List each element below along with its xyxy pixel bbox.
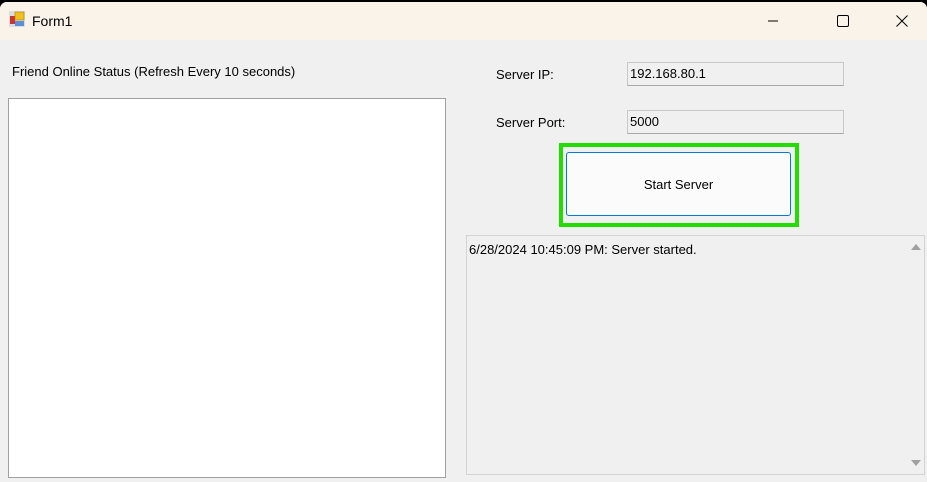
main-window: Form1 Friend Online Status (Refresh Ever… [0,2,927,482]
close-icon [896,15,908,27]
server-ip-label: Server IP: [496,67,554,82]
maximize-icon [837,15,849,27]
window-title: Form1 [32,13,73,29]
minimize-icon [768,20,778,22]
log-line: 6/28/2024 10:45:09 PM: Server started. [469,242,697,257]
server-log-textbox[interactable]: 6/28/2024 10:45:09 PM: Server started. [466,235,925,475]
close-button[interactable] [879,2,925,40]
log-scrollbar[interactable] [907,236,924,474]
friend-status-label: Friend Online Status (Refresh Every 10 s… [12,64,296,79]
server-port-field[interactable]: 5000 [627,110,844,134]
winforms-app-icon [9,11,25,27]
server-port-label: Server Port: [496,115,566,130]
title-bar[interactable]: Form1 [0,2,927,40]
server-ip-field[interactable]: 192.168.80.1 [627,62,844,86]
minimize-button[interactable] [750,2,796,40]
maximize-button[interactable] [820,2,866,40]
friend-status-list[interactable] [8,98,446,478]
scroll-up-icon[interactable] [911,244,921,250]
start-server-button[interactable]: Start Server [566,152,791,216]
scroll-down-icon[interactable] [911,460,921,466]
